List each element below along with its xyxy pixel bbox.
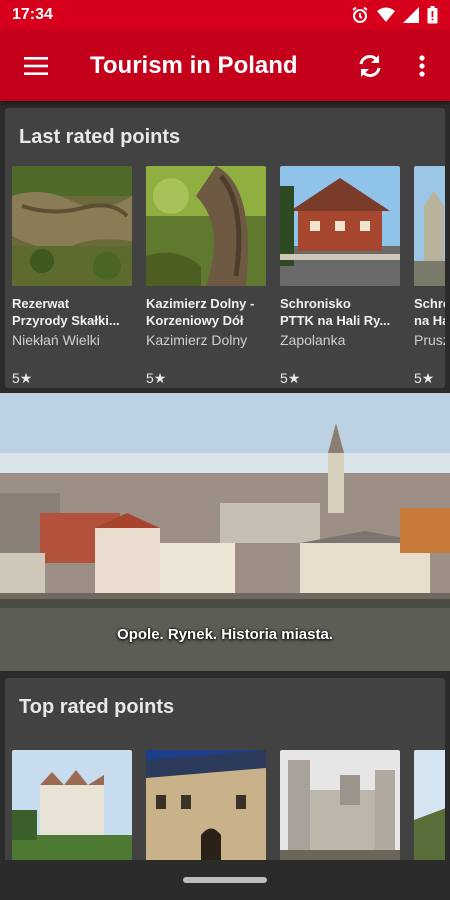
point-photo	[414, 750, 445, 868]
menu-button[interactable]	[0, 30, 72, 101]
point-photo	[280, 166, 400, 286]
refresh-icon	[359, 55, 381, 77]
point-name: Schronisko PTTK na Hali Ry...	[280, 296, 391, 328]
last-rated-list: Rezerwat Przyrody Skałki... Niekłań Wiel…	[12, 166, 445, 387]
status-bar: 17:34	[0, 0, 450, 30]
point-photo	[12, 750, 132, 868]
app-bar: Tourism in Poland	[0, 30, 450, 101]
point-rating: 5★	[146, 370, 167, 386]
overflow-menu-button[interactable]	[404, 46, 440, 86]
banner-caption: Opole. Rynek. Historia miasta.	[117, 626, 333, 643]
point-name: Rezerwat Przyrody Skałki...	[12, 296, 120, 328]
hamburger-menu-icon	[24, 56, 48, 75]
wifi-icon	[377, 7, 395, 22]
point-tile[interactable]: Schronisko PTTK na Hali Ry... Zapolanka …	[280, 166, 400, 387]
alarm-icon	[352, 6, 368, 23]
point-tile[interactable]: Schro na Ha Prusz 5★	[414, 166, 445, 387]
point-place: Niekłań Wielki	[12, 332, 100, 348]
status-time: 17:34	[12, 6, 53, 23]
point-rating: 5★	[12, 370, 33, 386]
point-photo	[414, 166, 445, 286]
point-tile[interactable]: Kazimierz Dolny - Korzeniowy Dół Kazimie…	[146, 166, 266, 387]
top-rated-list	[12, 750, 445, 868]
point-photo	[280, 750, 400, 868]
point-tile[interactable]	[280, 750, 400, 868]
section-title: Last rated points	[19, 126, 181, 148]
point-place: Zapolanka	[280, 332, 346, 348]
status-icons	[351, 6, 438, 24]
more-vertical-icon	[419, 55, 425, 77]
point-tile[interactable]: Rezerwat Przyrody Skałki... Niekłań Wiel…	[12, 166, 132, 387]
top-rated-card: Top rated points	[5, 678, 445, 868]
point-name: Schro na Ha	[414, 296, 445, 328]
section-title: Top rated points	[19, 696, 175, 718]
last-rated-card: Last rated points Rezerwat Przyrody Skał…	[5, 108, 445, 388]
point-place: Prusz	[414, 332, 445, 348]
point-tile[interactable]	[12, 750, 132, 868]
signal-icon	[403, 7, 419, 23]
point-tile[interactable]	[414, 750, 445, 868]
battery-alert-icon	[427, 6, 438, 24]
point-name: Kazimierz Dolny - Korzeniowy Dół	[146, 296, 255, 328]
point-place: Kazimierz Dolny	[146, 332, 248, 348]
system-nav-bar	[0, 860, 450, 900]
point-rating: 5★	[280, 370, 301, 386]
home-gesture-handle[interactable]	[183, 877, 267, 883]
refresh-button[interactable]	[348, 46, 392, 86]
point-photo	[146, 750, 266, 868]
point-tile[interactable]	[146, 750, 266, 868]
featured-banner[interactable]: Opole. Rynek. Historia miasta.	[0, 393, 450, 671]
app-title: Tourism in Poland	[90, 51, 298, 79]
point-photo	[146, 166, 266, 286]
point-photo	[12, 166, 132, 286]
point-rating: 5★	[414, 370, 435, 386]
